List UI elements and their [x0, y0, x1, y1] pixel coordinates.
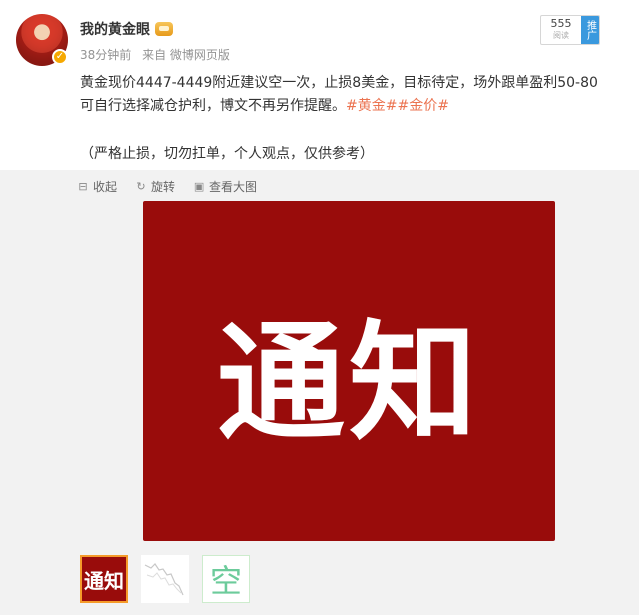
hashtag-gold[interactable]: #黄金# [346, 98, 397, 114]
promote-button[interactable]: 推广 [581, 16, 599, 44]
read-count-box[interactable]: 555 阅读 推广 [540, 15, 600, 45]
post-text: 黄金现价4447-4449附近建议空一次，止损8美金，目标待定，场外跟单盈利50… [80, 75, 598, 114]
collapse-icon: ⊟ [78, 179, 88, 193]
view-large-button[interactable]: ▣ 查看大图 [193, 178, 257, 195]
main-image-text: 通知 [216, 308, 481, 458]
username[interactable]: 我的黄金眼 [80, 19, 150, 39]
post-meta: 38分钟前 来自 微博网页版 [80, 46, 230, 63]
media-toolbar: ⊟ 收起 ↻ 旋转 ▣ 查看大图 [77, 178, 257, 195]
collapse-button[interactable]: ⊟ 收起 [77, 178, 117, 195]
verified-badge-icon: ✓ [52, 49, 68, 65]
author-row: 我的黄金眼 [80, 19, 173, 39]
hashtag-gold-price[interactable]: #金价# [397, 98, 448, 114]
post-source[interactable]: 来自 微博网页版 [142, 48, 230, 62]
rotate-icon: ↻ [136, 179, 146, 193]
read-count: 555 阅读 [550, 17, 572, 41]
image-icon: ▣ [193, 179, 205, 193]
thumbnail-3[interactable]: 空 [202, 555, 250, 603]
post-time[interactable]: 38分钟前 [80, 48, 131, 62]
vip-crown-icon [155, 22, 173, 36]
thumbnail-2[interactable] [141, 555, 189, 603]
chart-thumbnail-icon [144, 563, 184, 596]
thumbnail-1[interactable]: 通知 [80, 555, 128, 603]
main-image[interactable]: 通知 [143, 201, 555, 541]
post-note: （严格止损，切勿扛单，个人观点，仅供参考） [80, 146, 374, 162]
rotate-button[interactable]: ↻ 旋转 [135, 178, 175, 195]
post-content: 黄金现价4447-4449附近建议空一次，止损8美金，目标待定，场外跟单盈利50… [80, 72, 610, 118]
